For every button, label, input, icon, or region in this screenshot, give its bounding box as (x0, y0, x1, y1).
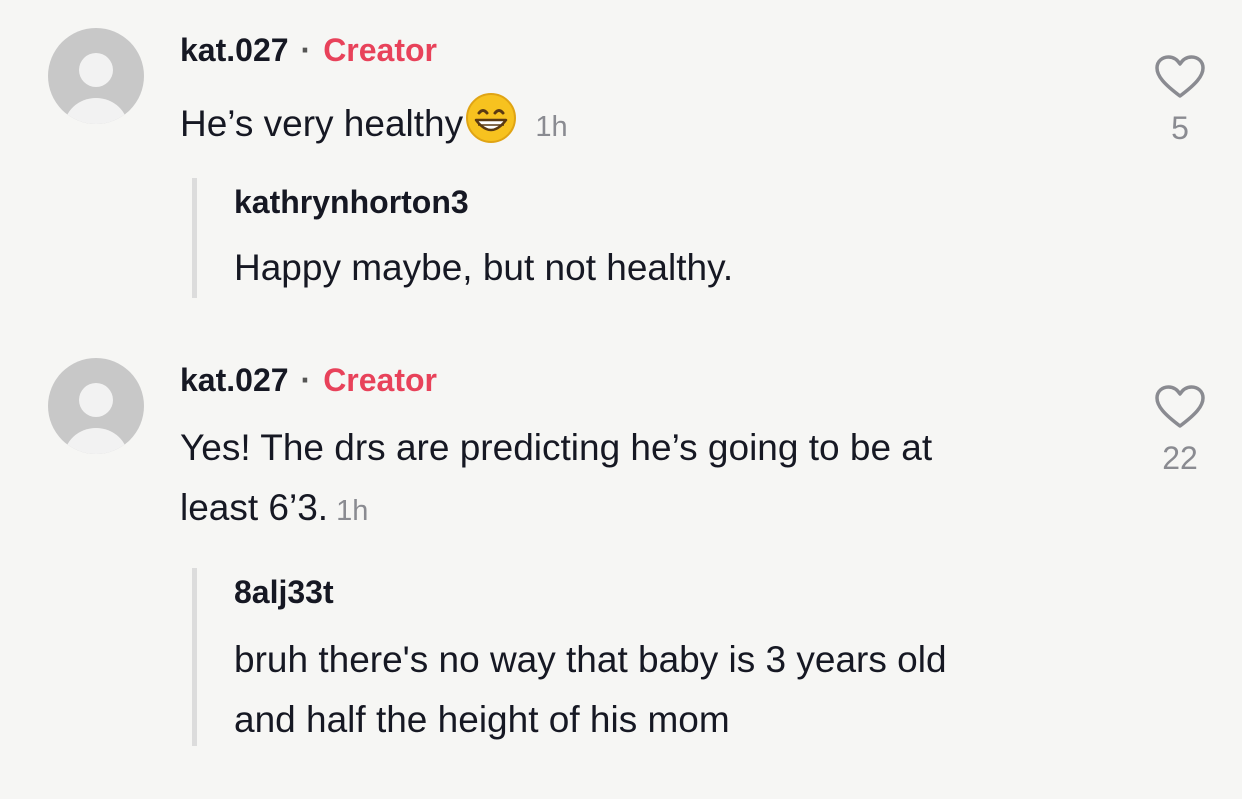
reply-text-line: bruh there's no way that baby is 3 years… (234, 639, 947, 680)
comment-header: kat.027 · Creator (180, 362, 437, 399)
separator-dot: · (300, 362, 312, 398)
reply-thread-line (192, 178, 197, 298)
comment-username[interactable]: kat.027 (180, 32, 289, 69)
creator-badge: Creator (323, 362, 437, 398)
reply-thread-line (192, 568, 197, 746)
default-avatar-icon (64, 53, 128, 124)
avatar[interactable] (48, 358, 144, 454)
reply-text-line: and half the height of his mom (234, 699, 730, 740)
like-count: 5 (1171, 110, 1189, 146)
reply-username[interactable]: 8alj33t (234, 574, 334, 611)
grinning-face-emoji-icon (465, 92, 517, 144)
comment-username[interactable]: kat.027 (180, 362, 289, 399)
comment-time: 1h (535, 111, 568, 143)
separator-dot: · (300, 32, 312, 68)
comment-body-line: least 6’3. (180, 487, 329, 528)
comment-body-line: Yes! The drs are predicting he’s going t… (180, 427, 933, 468)
heart-icon (1155, 385, 1205, 428)
creator-badge: Creator (323, 32, 437, 68)
comment-text: He’s very healthy 1h (180, 92, 568, 157)
reply-text: bruh there's no way that baby is 3 years… (234, 630, 947, 750)
comment-header: kat.027 · Creator (180, 32, 437, 69)
like-count: 22 (1162, 440, 1198, 476)
comment-body: He’s very healthy (180, 103, 464, 144)
reply-text: Happy maybe, but not healthy. (234, 247, 734, 288)
heart-icon (1155, 55, 1205, 98)
comment-time: 1h (336, 495, 369, 527)
like-button[interactable]: 5 (1150, 54, 1210, 147)
avatar[interactable] (48, 28, 144, 124)
reply-username[interactable]: kathrynhorton3 (234, 184, 469, 221)
comment-text: Yes! The drs are predicting he’s going t… (180, 418, 932, 541)
like-button[interactable]: 22 (1150, 384, 1210, 477)
default-avatar-icon (64, 383, 128, 454)
